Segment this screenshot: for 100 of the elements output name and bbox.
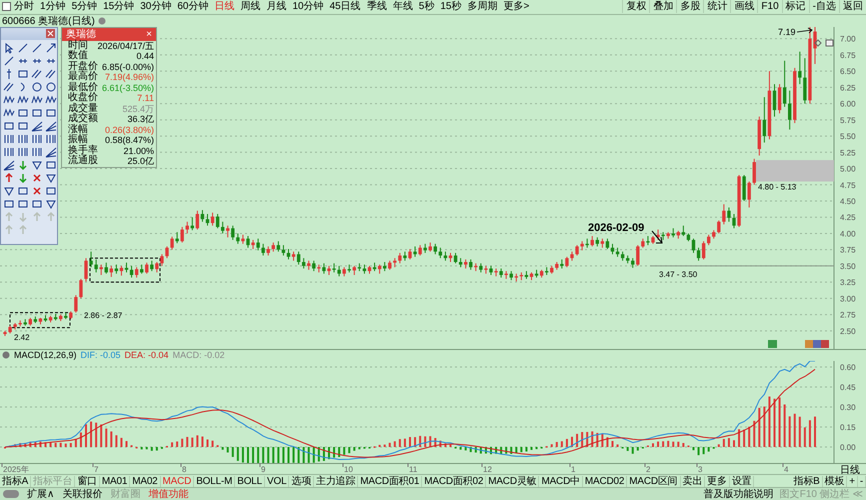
info-label: 时间	[68, 40, 88, 51]
toolbar-button[interactable]: 画线	[730, 0, 758, 14]
time-axis-label: 7	[94, 465, 98, 474]
close-button[interactable]: ×	[146, 28, 152, 40]
period-tab[interactable]: 多周期	[464, 0, 500, 14]
macd-axis-label: 0.45	[840, 382, 856, 392]
toolbar-button[interactable]: 复权	[622, 0, 650, 14]
date-annotation: 2026-02-09	[588, 222, 644, 234]
period-tab[interactable]: 10分钟	[290, 0, 327, 14]
info-value: 0.58(8.47%)	[104, 135, 154, 146]
period-tab[interactable]: 15秒	[437, 0, 464, 14]
info-label: 最低价	[68, 82, 98, 93]
period-tab[interactable]: 更多>	[500, 0, 532, 14]
price-axis-label: 5.25	[840, 148, 856, 158]
price-axis-label: 3.25	[840, 278, 856, 287]
period-tab[interactable]: 5秒	[416, 0, 438, 14]
info-label: 开盘价	[68, 62, 98, 72]
info-value: 0.26(3.80%)	[104, 124, 154, 136]
toolbar-button[interactable]: 返回	[839, 0, 866, 14]
price-axis-label: 7.00	[840, 34, 856, 44]
price-axis-label: 3.50	[840, 262, 856, 271]
time-axis-label: 9	[261, 465, 266, 474]
toolbar-button[interactable]: 多股	[676, 0, 704, 14]
time-axis-label: 12	[483, 465, 492, 474]
time-axis-label: 11	[409, 465, 418, 474]
price-range-label: 2.86 - 2.87	[84, 310, 122, 320]
toolbar-button[interactable]: 统计	[703, 0, 730, 14]
time-axis-label: 10	[344, 465, 353, 474]
info-value: 21.00%	[123, 146, 154, 156]
info-value: 2026/04/17/五	[97, 40, 154, 52]
period-tab[interactable]: 45日线	[326, 0, 364, 14]
period-tab[interactable]: 日线	[212, 0, 238, 14]
toolbar-button[interactable]: F10	[757, 0, 782, 14]
info-label: 成交额	[68, 114, 98, 124]
price-range-label: 3.47 - 3.50	[659, 270, 698, 279]
bottom-link[interactable]: 关联报价	[59, 487, 106, 500]
info-label: 振幅	[68, 135, 88, 146]
period-tab[interactable]: 周线	[238, 0, 264, 14]
chart-title: 600666 奥瑞德(日线)	[2, 14, 95, 28]
info-label: 收盘价	[68, 93, 98, 104]
price-axis-label: 4.50	[840, 196, 856, 206]
info-value: 7.11	[137, 93, 154, 104]
period-tab[interactable]: 60分钟	[174, 0, 212, 14]
stock-name: 奥瑞德	[66, 28, 96, 40]
info-value: 6.61(-3.50%)	[102, 82, 154, 94]
info-value: 25.0亿	[127, 156, 154, 167]
price-axis-label: 3.75	[840, 245, 856, 254]
price-range-label: 4.80 - 5.13	[758, 182, 796, 192]
indicator-value: MACD(12,26,9)	[14, 350, 77, 360]
info-label: 最高价	[68, 72, 98, 82]
price-low-label: 2.42	[14, 332, 30, 342]
time-axis-label: 2025年	[3, 465, 29, 474]
macd-axis-label: 0.60	[840, 362, 856, 372]
price-axis-label: 6.50	[840, 66, 856, 76]
period-tab[interactable]: 年线	[390, 0, 416, 14]
info-value: 36.3亿	[127, 114, 154, 125]
period-tab[interactable]: 季线	[364, 0, 390, 14]
toolbar-button[interactable]: 标记	[782, 0, 809, 14]
time-axis-label: 4	[784, 465, 788, 474]
price-axis-label: 6.00	[840, 99, 856, 108]
info-value: 0.44	[136, 51, 154, 62]
period-tab[interactable]: 月线	[264, 0, 290, 14]
info-value: 6.85(-0.00%)	[102, 62, 154, 72]
info-value: 7.19(4.96%)	[104, 72, 154, 83]
info-label: 换手率	[68, 146, 98, 156]
info-label: 成交量	[68, 104, 98, 114]
price-axis-label: 6.75	[840, 50, 856, 60]
price-axis-label: 4.75	[840, 180, 856, 190]
bottom-link[interactable]: 扩展∧	[24, 487, 58, 500]
period-tab[interactable]: 分时	[11, 0, 37, 14]
price-axis-label: 6.25	[840, 83, 856, 92]
info-label: 数值	[68, 51, 88, 62]
period-tab[interactable]: 1分钟	[37, 0, 69, 14]
time-axis-label: 8	[182, 465, 186, 474]
period-tab[interactable]: 15分钟	[100, 0, 138, 14]
info-value: 525.4万	[122, 104, 154, 114]
price-axis-label: 4.00	[840, 229, 856, 238]
price-axis-label: 3.00	[840, 294, 856, 304]
price-annotation: 7.19	[778, 26, 796, 37]
period-tab[interactable]: 30分钟	[137, 0, 174, 14]
macd-axis-label: 0.30	[840, 402, 856, 412]
time-axis-label: 2	[646, 465, 650, 474]
indicator-value: MACD: -0.02	[172, 350, 225, 360]
toolbar-button[interactable]: -自选	[808, 0, 839, 14]
indicator-value: DIF: -0.05	[80, 350, 121, 360]
time-axis-label: 1	[571, 465, 576, 474]
time-axis-label: 3	[698, 465, 702, 474]
price-axis-label: 5.50	[840, 132, 856, 141]
price-axis-label: 5.75	[840, 116, 856, 125]
bottom-link[interactable]: 普及版功能说明	[700, 487, 777, 500]
period-tab[interactable]: 5分钟	[68, 0, 100, 14]
info-label: 流通股	[68, 156, 98, 167]
macd-axis-label: 0.15	[840, 422, 856, 432]
price-axis-label: 2.75	[840, 310, 856, 320]
price-axis-label: 4.25	[840, 213, 856, 222]
indicator-value: DEA: -0.04	[124, 350, 169, 360]
info-label: 涨幅	[68, 124, 88, 135]
toolbar-button[interactable]: 叠加	[649, 0, 676, 14]
price-axis-label: 5.00	[840, 164, 856, 174]
macd-axis-label: 0.00	[840, 442, 856, 452]
